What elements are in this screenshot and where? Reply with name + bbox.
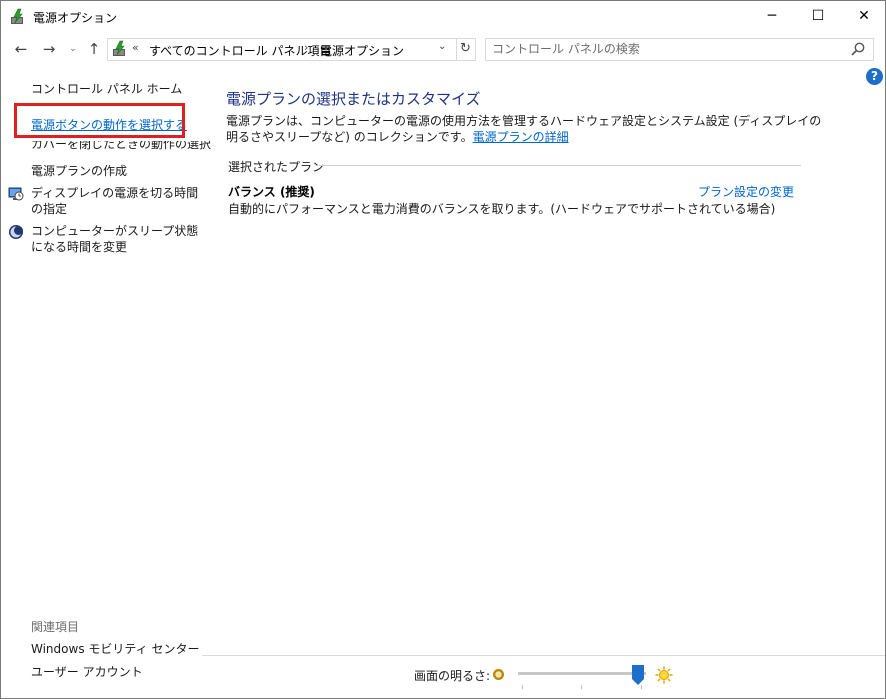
- bottom-divider: [202, 655, 885, 656]
- slider-tick: [522, 685, 523, 689]
- bright-sun-icon: [655, 666, 673, 684]
- address-bar[interactable]: « すべてのコントロール パネル項目 › 電源オプション ⌄: [107, 38, 457, 61]
- sidebar-item-display-off-time[interactable]: ディスプレイの電源を切る時間の指定: [31, 185, 201, 217]
- highlight-annotation: [14, 103, 185, 138]
- breadcrumb-separator[interactable]: ›: [304, 41, 308, 54]
- refresh-button[interactable]: ↻: [456, 38, 476, 61]
- sidebar-item-lid-action[interactable]: カバーを閉じたときの動作の選択: [31, 141, 211, 153]
- plan-name-balanced: バランス (推奨): [228, 185, 315, 199]
- address-dropdown-button[interactable]: ⌄: [438, 41, 446, 52]
- change-plan-settings-link[interactable]: プラン設定の変更: [698, 183, 794, 200]
- display-clock-icon: [8, 187, 24, 201]
- slider-tick: [581, 685, 582, 689]
- window-title: 電源オプション: [33, 11, 118, 25]
- minimize-button[interactable]: ─: [749, 1, 795, 32]
- search-icon[interactable]: [850, 41, 866, 57]
- dim-sun-icon: [493, 669, 504, 680]
- up-button[interactable]: ↑: [85, 39, 103, 59]
- sidebar-item-create-plan[interactable]: 電源プランの作成: [31, 163, 127, 179]
- maximize-button[interactable]: ☐: [795, 1, 841, 32]
- search-input[interactable]: [492, 40, 832, 58]
- sidebar-item-sleep-time[interactable]: コンピューターがスリープ状態になる時間を変更: [31, 223, 201, 255]
- recent-locations-button[interactable]: ⌄: [67, 39, 79, 59]
- help-button[interactable]: ?: [866, 68, 883, 85]
- brightness-slider-thumb[interactable]: [632, 665, 645, 685]
- related-heading: 関連項目: [31, 620, 80, 634]
- sidebar-item-control-panel-home[interactable]: コントロール パネル ホーム: [31, 81, 182, 97]
- section-divider: [319, 165, 801, 166]
- forward-button[interactable]: →: [39, 39, 59, 59]
- back-button[interactable]: ←: [11, 39, 31, 59]
- address-overflow-chevron[interactable]: «: [132, 41, 139, 54]
- page-title: 電源プランの選択またはカスタマイズ: [226, 90, 481, 108]
- power-options-window: 電源オプション ─ ☐ ✕ ← → ⌄ ↑ « すべてのコントロール パネル項目…: [0, 0, 886, 699]
- related-link-user-accounts[interactable]: ユーザー アカウント: [31, 664, 143, 680]
- brightness-slider-track[interactable]: [518, 672, 646, 675]
- control-panel-icon: [113, 40, 125, 56]
- moon-icon: [9, 225, 23, 239]
- title-bar: 電源オプション ─ ☐ ✕: [1, 1, 885, 32]
- selected-plan-heading: 選択されたプラン: [228, 160, 325, 174]
- power-plan-details-link[interactable]: 電源プランの詳細: [473, 130, 569, 144]
- address-toolbar: ← → ⌄ ↑ « すべてのコントロール パネル項目 › 電源オプション ⌄ ↻: [1, 32, 885, 65]
- related-link-mobility-center[interactable]: Windows モビリティ センター: [31, 641, 199, 657]
- search-box[interactable]: [485, 38, 874, 61]
- power-options-icon: [11, 8, 23, 24]
- brightness-label: 画面の明るさ:: [414, 669, 491, 683]
- close-button[interactable]: ✕: [841, 1, 885, 32]
- breadcrumb-power-options[interactable]: 電源オプション: [320, 42, 404, 59]
- page-description: 電源プランは、コンピューターの電源の使用方法を管理するハードウェア設定とシステム…: [226, 113, 826, 145]
- plan-description: 自動的にパフォーマンスと電力消費のバランスを取ります。(ハードウェアでサポートさ…: [228, 202, 776, 216]
- slider-tick: [641, 685, 642, 689]
